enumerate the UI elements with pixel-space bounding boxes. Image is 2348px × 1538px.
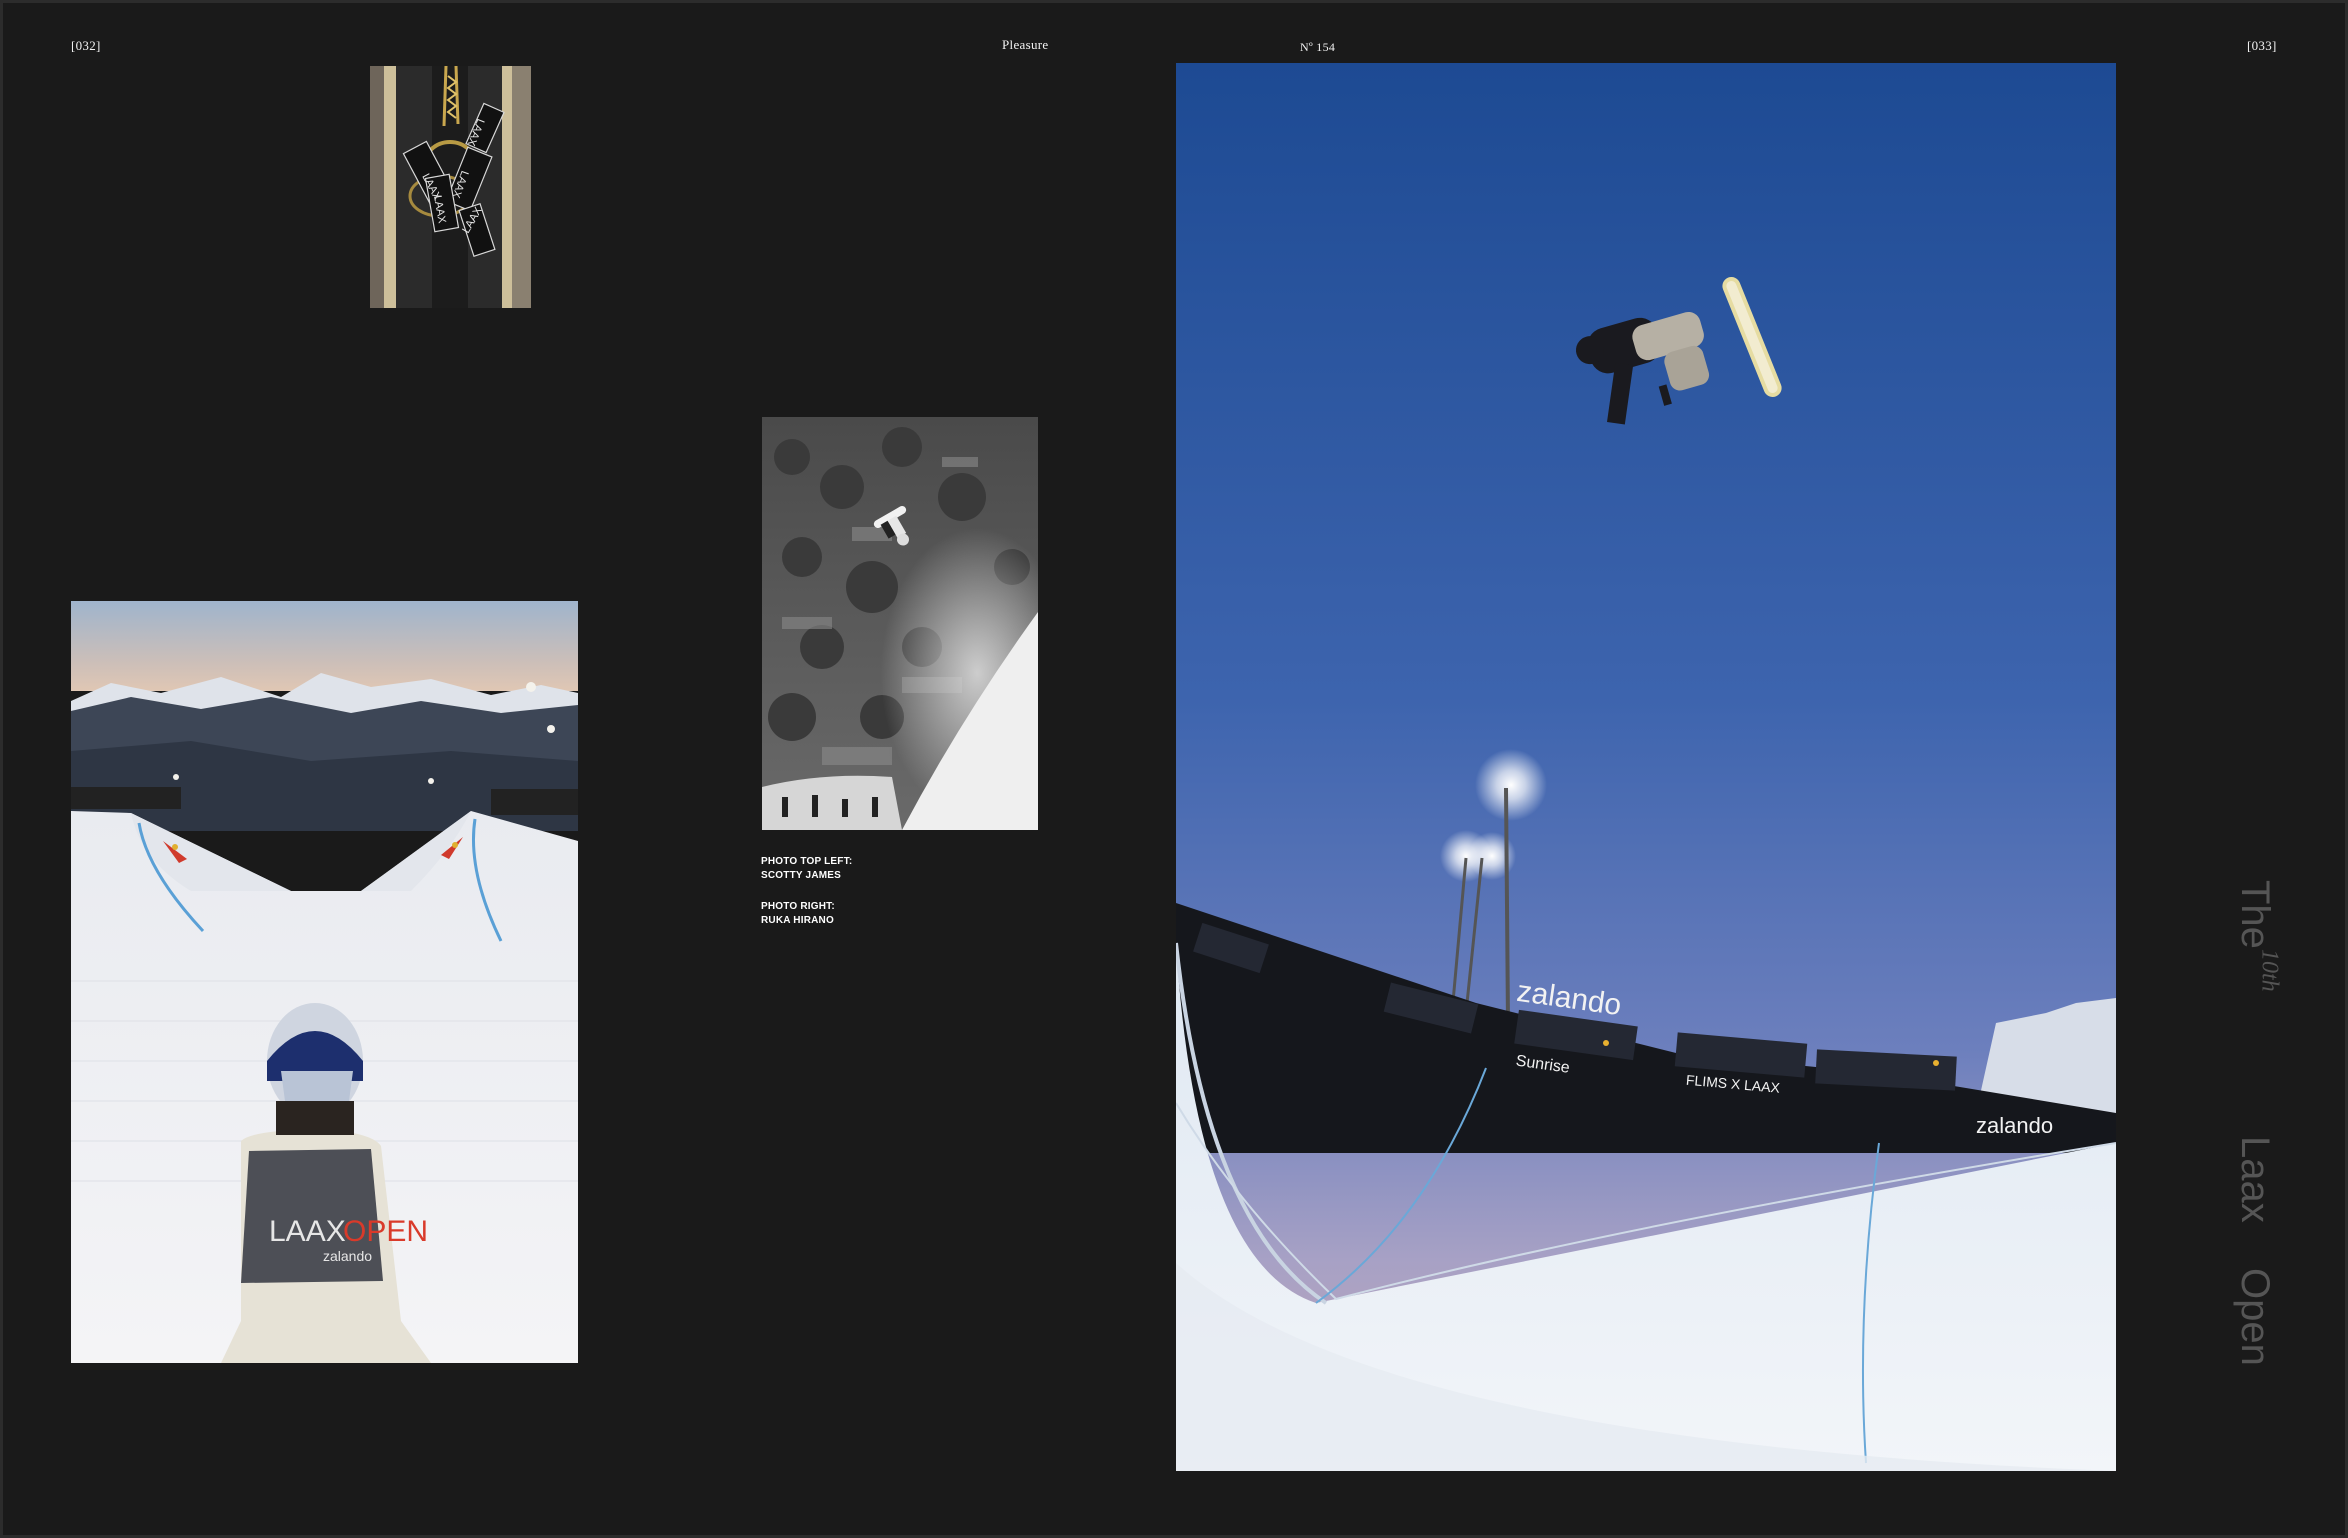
caption-label: PHOTO TOP LEFT:: [761, 856, 853, 867]
bib-brand-a: LAAX: [269, 1215, 346, 1248]
photo-rider-halfpipe-top: LAAX OPEN zalando: [71, 601, 578, 1363]
title-ordinal-suffix: th: [2256, 972, 2283, 992]
section-title: Pleasure: [1002, 37, 1049, 52]
page-number-right: [033]: [2247, 38, 2277, 53]
caption-right: PHOTO RIGHT: RUKA HIRANO: [761, 900, 852, 928]
title-ordinal-number: 10: [2256, 948, 2283, 973]
vertical-title-laax: Laax: [2233, 1136, 2277, 1223]
bib-brand-b: OPEN: [343, 1215, 428, 1248]
issue-number: Nº 154: [1300, 40, 1336, 54]
caption-athlete-name: SCOTTY JAMES: [761, 870, 842, 881]
photo-captions: PHOTO TOP LEFT: SCOTTY JAMES PHOTO RIGHT…: [761, 855, 852, 945]
caption-athlete-name: RUKA HIRANO: [761, 915, 834, 926]
photo-bw-snowboarder: [762, 417, 1038, 830]
bib-sponsor: zalando: [323, 1248, 372, 1264]
vertical-title-open: Open: [2233, 1268, 2277, 1366]
title-word-the: The: [2233, 880, 2277, 949]
caption-top-left: PHOTO TOP LEFT: SCOTTY JAMES: [761, 855, 852, 883]
photo-laax-tags: LAAX LAAX LAAX LAAX LAAX: [370, 66, 531, 308]
vertical-title-the: The10th: [2232, 880, 2282, 992]
page-number-left: [032]: [71, 38, 101, 53]
banner-brand: zalando: [1976, 1113, 2053, 1138]
caption-label: PHOTO RIGHT:: [761, 901, 835, 912]
title-ordinal: 10th: [2256, 949, 2282, 992]
photo-halfpipe-air: zalando Sunrise FLIMS X LAAX zalando: [1176, 63, 2116, 1471]
